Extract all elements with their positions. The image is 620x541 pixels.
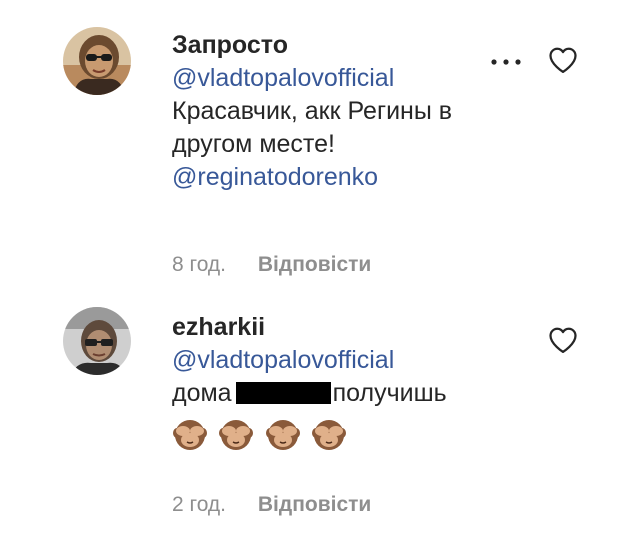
reply-button[interactable]: Відповісти — [258, 252, 371, 278]
avatar[interactable] — [63, 27, 131, 95]
comment-meta: 8 год. Відповісти — [172, 252, 371, 278]
avatar-image — [63, 27, 131, 95]
reply-button[interactable]: Відповісти — [258, 492, 371, 518]
comment-username[interactable]: ezharkii — [172, 310, 532, 344]
comment-text-line: другом месте! — [172, 130, 335, 158]
comment-item: Запросто @vladtopalovofficial Красавчик,… — [0, 0, 620, 300]
comment-timestamp: 2 год. — [172, 493, 227, 516]
comment-item: ezharkii @vladtopalovofficial дома получи… — [0, 300, 620, 541]
comment-body: ezharkii @vladtopalovofficial дома получи… — [172, 310, 532, 456]
heart-outline-icon[interactable] — [548, 326, 578, 354]
comment-username[interactable]: Запросто — [172, 28, 532, 62]
mention-link[interactable]: @vladtopalovofficial — [172, 344, 532, 377]
comment-text-fragment: дома — [172, 379, 232, 407]
see-no-evil-monkey-icon — [173, 420, 207, 450]
mention-link[interactable]: @reginatodorenko — [172, 161, 532, 194]
mention-link[interactable]: @vladtopalovofficial — [172, 62, 532, 95]
comment-text-line: дома получишь — [172, 377, 532, 410]
redaction-bar — [235, 382, 331, 404]
see-no-evil-monkey-icon — [312, 420, 347, 450]
heart-outline-icon[interactable] — [548, 46, 578, 74]
comment-timestamp: 8 год. — [172, 253, 227, 276]
comment-meta: 2 год. Відповісти — [172, 492, 371, 518]
comment-body: Запросто @vladtopalovofficial Красавчик,… — [172, 28, 532, 194]
see-no-evil-monkey-icon — [265, 420, 300, 450]
comment-text-line: Красавчик, акк Регины в — [172, 97, 453, 125]
see-no-evil-monkey-icon — [219, 420, 254, 450]
emoji-row — [172, 416, 532, 456]
comment-text-fragment: получишь — [332, 379, 447, 407]
avatar[interactable] — [63, 307, 131, 375]
avatar-image — [63, 307, 131, 375]
more-horizontal-icon[interactable] — [488, 52, 524, 72]
